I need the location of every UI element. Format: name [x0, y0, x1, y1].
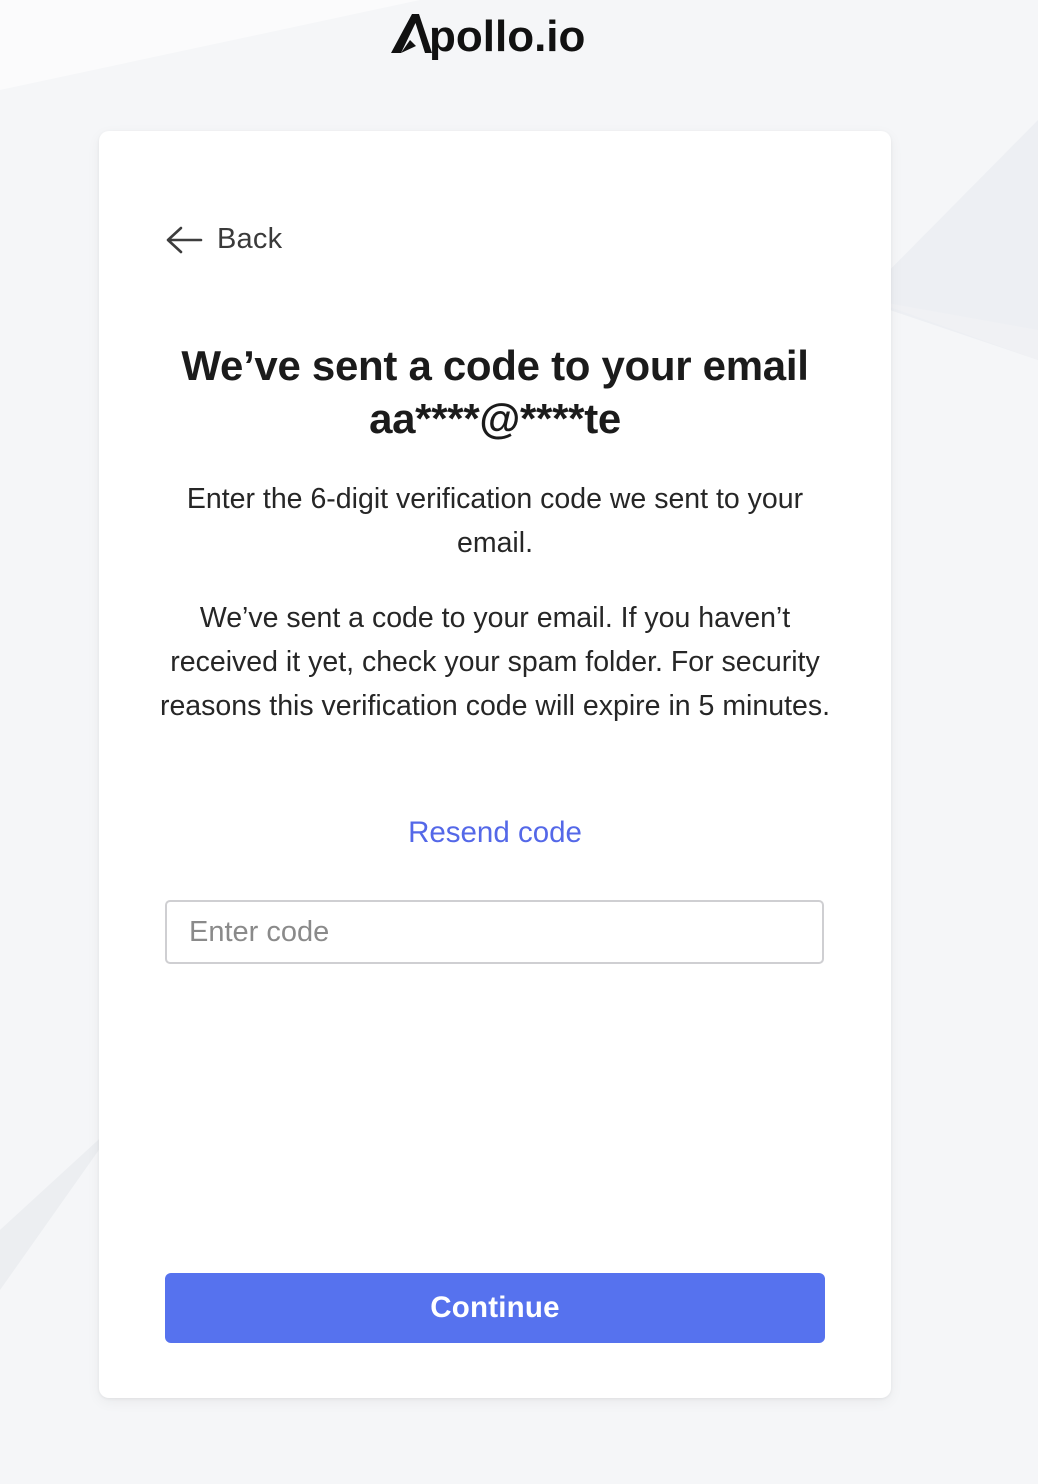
arrow-left-icon [165, 225, 203, 255]
resend-code-link[interactable]: Resend code [99, 816, 891, 850]
apollo-logo: pollo.io [388, 6, 604, 62]
verification-card: Back We’ve sent a code to your email aa*… [99, 131, 891, 1398]
logo-wordmark: pollo.io [429, 12, 585, 61]
masked-email: aa****@****te [369, 395, 621, 442]
page-title-line-1: We’ve sent a code to your email [181, 342, 809, 389]
back-button[interactable]: Back [165, 223, 282, 256]
code-input[interactable] [165, 900, 824, 964]
continue-button[interactable]: Continue [165, 1273, 825, 1343]
spam-notice-text: We’ve sent a code to your email. If you … [159, 602, 831, 722]
page-title: We’ve sent a code to your email aa****@*… [99, 339, 891, 445]
back-label: Back [217, 223, 283, 255]
apollo-logo-icon: pollo.io [391, 12, 585, 61]
instruction-text: Enter the 6-digit verification code we s… [186, 483, 804, 559]
